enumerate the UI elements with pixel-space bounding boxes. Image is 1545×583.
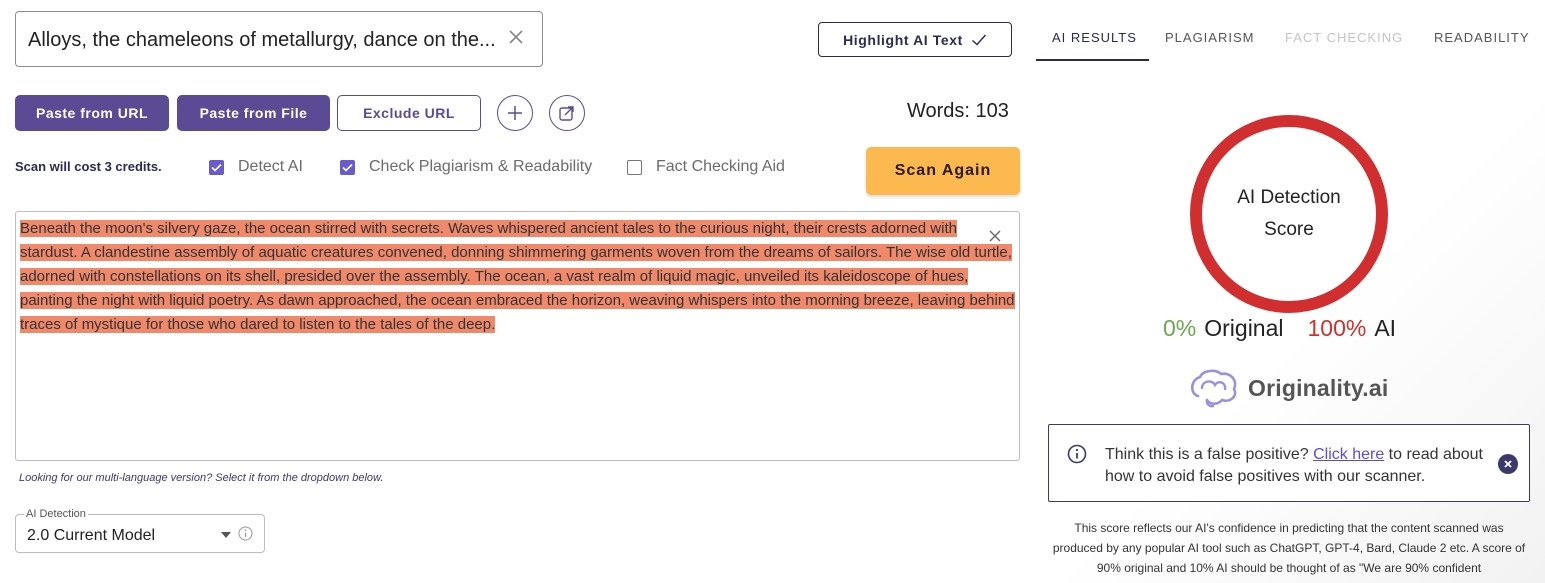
scan-cost: Scan will cost 3 credits. [15,159,162,174]
text-editor[interactable]: Beneath the moon's silvery gaze, the oce… [15,211,1020,461]
editor-content[interactable]: Beneath the moon's silvery gaze, the oce… [20,217,1015,337]
highlighted-ai-text: Beneath the moon's silvery gaze, the oce… [20,220,1015,333]
score-breakdown: 0% Original 100% AI [1163,315,1396,342]
click-here-link[interactable]: Click here [1313,446,1384,463]
highlight-ai-text-button[interactable]: Highlight AI Text [818,22,1012,57]
originality-logo: Originality.ai [1188,368,1388,408]
ai-model-select[interactable]: AI Detection 2.0 Current Model [15,508,265,553]
close-notice-button[interactable] [1498,454,1518,474]
ai-label: AI [1374,315,1397,341]
fact-checking-checkbox[interactable] [627,159,642,175]
detect-ai-option[interactable]: Detect AI [209,158,303,176]
close-icon [1504,460,1512,468]
clear-title-icon[interactable] [504,25,528,49]
tab-readability[interactable]: READABILITY [1434,30,1530,45]
check-plagiarism-checkbox[interactable] [340,159,355,175]
tab-fact-checking[interactable]: FACT CHECKING [1285,30,1403,45]
caret-down-icon[interactable] [221,532,231,538]
checkmark-icon [971,34,986,45]
add-button[interactable] [497,95,533,131]
false-positive-notice: Think this is a false positive? Click he… [1048,424,1530,502]
brain-logo-icon [1190,369,1237,408]
ai-model-select-value: 2.0 Current Model [27,527,156,544]
tab-ai-results[interactable]: AI RESULTS [1052,30,1137,45]
ai-detection-score-ring: AI Detection Score [1190,115,1388,313]
detect-ai-label: Detect AI [238,158,303,175]
share-button[interactable] [549,95,585,131]
scan-again-button[interactable]: Scan Again [866,147,1020,195]
share-icon [559,106,574,121]
check-plagiarism-option[interactable]: Check Plagiarism & Readability [340,158,592,176]
word-count: Words: 103 [907,100,1009,122]
plus-icon [508,106,522,120]
ai-percent: 100% [1307,315,1367,341]
score-label: AI Detection Score [1237,187,1341,240]
original-percent: 0% [1163,315,1197,341]
clear-text-icon[interactable] [987,228,1003,244]
paste-from-file-button[interactable]: Paste from File [177,95,330,131]
check-plagiarism-label: Check Plagiarism & Readability [369,158,593,175]
info-icon[interactable] [238,526,253,541]
active-tab-indicator [1036,59,1149,61]
false-positive-text: Think this is a false positive? Click he… [1105,444,1495,488]
info-icon [1067,444,1087,464]
notice-text-before: Think this is a false positive? [1105,446,1314,463]
exclude-url-button[interactable]: Exclude URL [337,95,481,131]
highlight-ai-text-label: Highlight AI Text [843,31,963,48]
fact-checking-option[interactable]: Fact Checking Aid [627,158,785,176]
multi-language-hint: Looking for our multi-language version? … [19,472,384,484]
score-description: This score reflects our AI's confidence … [1052,521,1526,575]
paste-from-url-button[interactable]: Paste from URL [15,95,169,131]
ai-model-select-label: AI Detection [24,508,88,520]
original-label: Original [1204,315,1284,341]
document-title-input[interactable]: Alloys, the chameleons of metallurgy, da… [15,11,543,67]
document-title-value: Alloys, the chameleons of metallurgy, da… [28,29,496,51]
tab-plagiarism[interactable]: PLAGIARISM [1165,30,1254,45]
fact-checking-label: Fact Checking Aid [656,158,785,175]
detect-ai-checkbox[interactable] [209,159,224,175]
brand-name: Originality.ai [1248,374,1389,401]
